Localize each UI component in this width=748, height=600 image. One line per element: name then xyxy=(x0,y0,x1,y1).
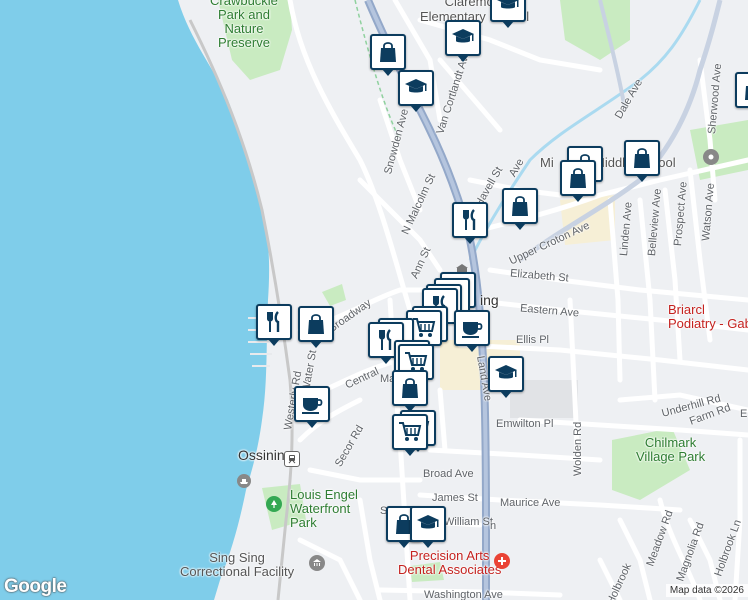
label-louis-engel-park: Louis Engel Waterfront Park xyxy=(290,487,358,530)
small-park-1 xyxy=(322,284,346,306)
street-james: James St xyxy=(432,492,478,504)
street-e-frag: E xyxy=(740,408,748,420)
pin-school-1[interactable] xyxy=(445,20,481,62)
street-n-frag: n xyxy=(490,520,497,532)
map-attribution: Map data ©2026 xyxy=(665,584,748,597)
pin-shopping-6[interactable] xyxy=(735,72,748,114)
map-canvas[interactable]: Crawbuckie Park and Nature Preserve Clar… xyxy=(0,0,748,600)
label-chilmark-park: Chilmark Village Park xyxy=(636,435,706,464)
pin-restaurant-waterfront[interactable] xyxy=(256,304,292,346)
pin-shopping-9[interactable] xyxy=(502,188,538,230)
google-logo: Google xyxy=(4,576,67,597)
school-icon xyxy=(493,361,519,387)
grocery-icon xyxy=(411,315,437,341)
pin-grocery-25[interactable] xyxy=(392,414,428,456)
pin-shopping-2[interactable] xyxy=(370,34,406,76)
shopping-icon xyxy=(565,165,591,191)
pin-shopping-5[interactable] xyxy=(624,140,660,182)
park-tree-icon[interactable] xyxy=(266,496,282,512)
train-station-icon[interactable] xyxy=(284,451,300,467)
pin-school-0[interactable] xyxy=(490,0,526,28)
pin-shopping-22[interactable] xyxy=(392,370,428,412)
street-william: William St xyxy=(444,516,493,528)
school-icon xyxy=(403,75,429,101)
landmark-icon[interactable] xyxy=(309,555,325,571)
school-icon xyxy=(495,0,521,17)
school-icon xyxy=(450,25,476,51)
pin-restaurant-8[interactable] xyxy=(452,202,488,244)
shopping-icon xyxy=(507,193,533,219)
pin-shopping-7[interactable] xyxy=(560,160,596,202)
local-streets xyxy=(287,0,748,600)
label-sing-sing: Sing Sing Correctional Facility xyxy=(180,550,295,579)
hudson-river xyxy=(0,0,270,600)
pin-school-3[interactable] xyxy=(398,70,434,112)
street-washington: Washington Ave xyxy=(424,589,503,600)
street-emwilton: Emwilton Pl xyxy=(496,418,554,430)
medical-icon[interactable] xyxy=(494,553,510,569)
shopping-icon xyxy=(740,77,748,103)
street-maurice: Maurice Ave xyxy=(500,497,561,509)
street-ellis: Ellis Pl xyxy=(516,334,550,346)
label-ossining-frag: ing xyxy=(480,292,499,308)
label-briarcliff-podiatry: Briarcl Podiatry - Gab xyxy=(668,302,748,331)
pin-school-21[interactable] xyxy=(488,356,524,398)
north-hill-park-area xyxy=(560,0,630,60)
pin-shopping-28[interactable] xyxy=(298,306,334,348)
ferry-icon[interactable] xyxy=(237,474,251,488)
cafe-icon xyxy=(459,315,485,341)
grocery-icon xyxy=(397,419,423,445)
street-broad: Broad Ave xyxy=(423,468,474,480)
school-icon xyxy=(415,511,441,537)
pin-cafe-18[interactable] xyxy=(454,310,490,352)
pin-cafe-23[interactable] xyxy=(294,386,330,428)
cafe-icon xyxy=(299,391,325,417)
restaurant-icon xyxy=(261,309,287,335)
location-icon[interactable] xyxy=(703,149,719,165)
shopping-icon xyxy=(303,311,329,337)
restaurant-icon xyxy=(457,207,483,233)
pin-school-27[interactable] xyxy=(410,506,446,548)
street-wolden: Wolden Rd xyxy=(572,421,584,476)
shopping-icon xyxy=(375,39,401,65)
shopping-icon xyxy=(397,375,423,401)
shopping-icon xyxy=(629,145,655,171)
label-crawbuckie-park: Crawbuckie Park and Nature Preserve xyxy=(210,0,278,50)
label-mi: Mi xyxy=(540,155,554,170)
label-precision-arts: Precision Arts Dental Associates xyxy=(398,548,502,577)
